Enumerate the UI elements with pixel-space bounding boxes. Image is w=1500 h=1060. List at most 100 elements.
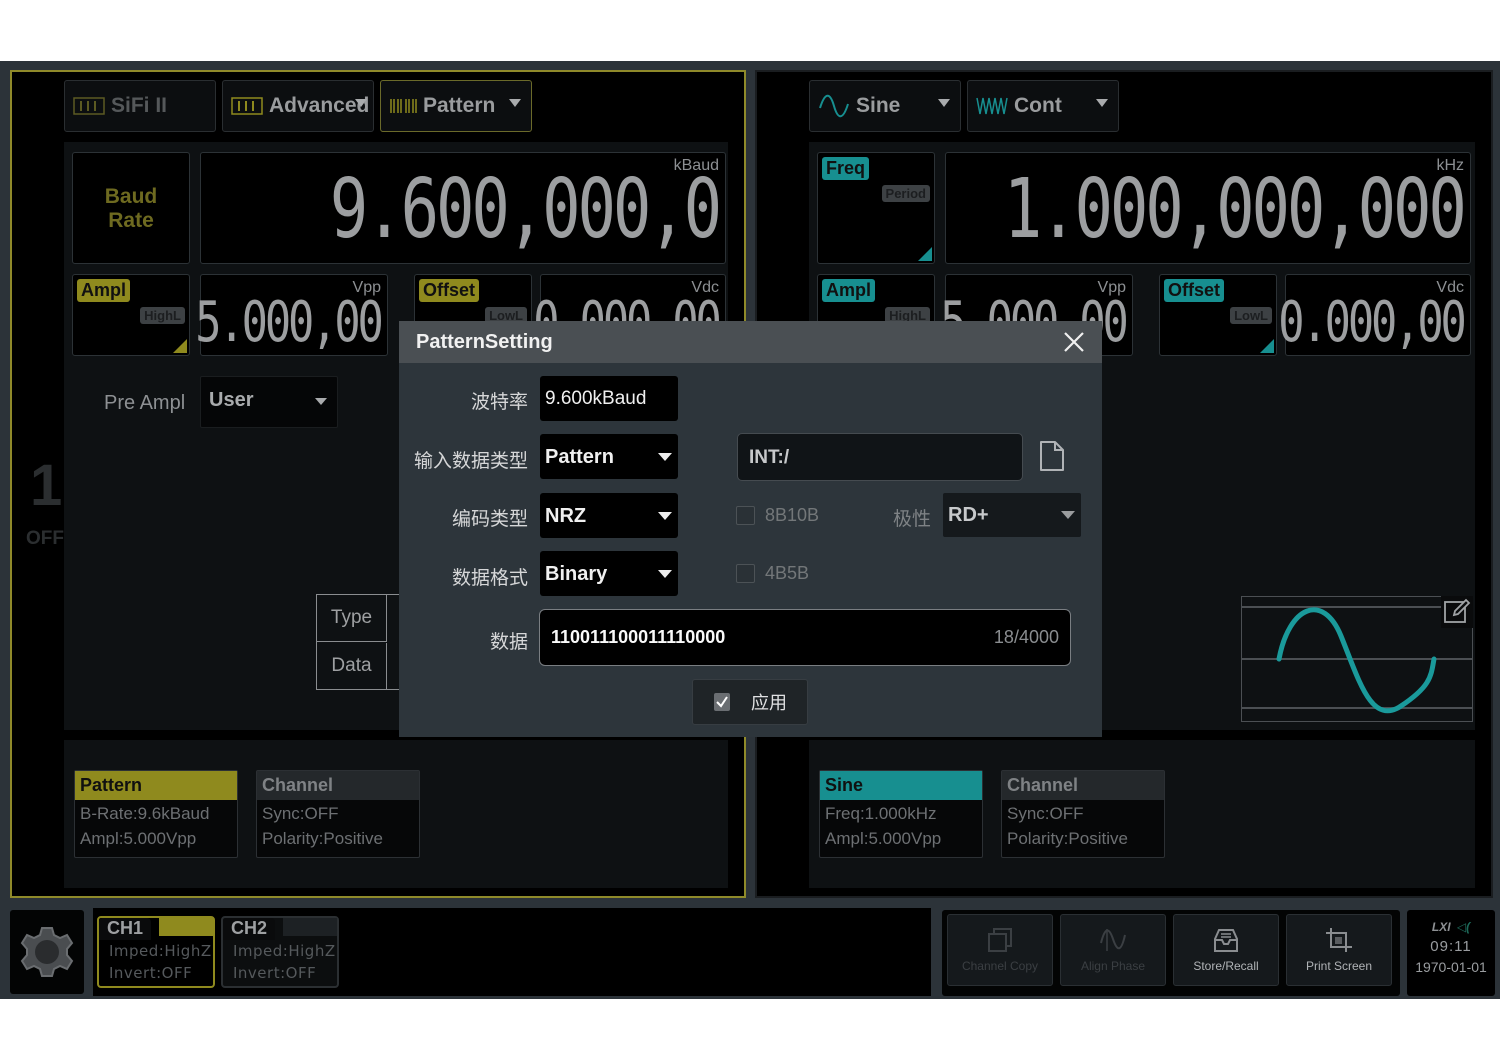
sine-icon bbox=[818, 94, 850, 118]
sine-label: Sine bbox=[856, 94, 901, 117]
ch1-side-number: 1 bbox=[30, 453, 63, 518]
print-screen-label: Print Screen bbox=[1305, 959, 1373, 973]
card-line: Polarity:Positive bbox=[1007, 829, 1128, 848]
polarity-value: RD+ bbox=[948, 504, 989, 526]
card-line: Freq:1.000kHz bbox=[825, 804, 937, 823]
ch2-offset-tag: Offset bbox=[1164, 279, 1225, 302]
align-phase-label: Align Phase bbox=[1080, 959, 1146, 973]
close-icon bbox=[1064, 332, 1084, 352]
apply-label: 应用 bbox=[751, 693, 787, 713]
card-line: B-Rate:9.6kBaud bbox=[80, 804, 210, 823]
polarity-dropdown[interactable]: RD+ bbox=[943, 493, 1081, 537]
ch1-output-state[interactable]: OFF bbox=[26, 528, 64, 550]
pre-ampl-dropdown[interactable]: User bbox=[200, 376, 338, 428]
channel-tabs-area: CH1 Imped:HighZ Invert:OFF CH2 Imped:Hig… bbox=[93, 908, 931, 996]
chevron-down-icon bbox=[509, 99, 521, 107]
table-row-type: Type bbox=[317, 595, 387, 642]
polarity-label: 极性 bbox=[893, 509, 932, 530]
freq-display[interactable]: kHz 1.000,000,000 bbox=[945, 152, 1471, 264]
checkbox-checked-icon bbox=[714, 693, 730, 711]
data-format-label: 数据格式 bbox=[451, 568, 528, 589]
input-type-dropdown[interactable]: Pattern bbox=[540, 434, 678, 479]
bottom-bar: CH1 Imped:HighZ Invert:OFF CH2 Imped:Hig… bbox=[0, 906, 1500, 999]
screenshot-icon bbox=[1326, 928, 1352, 952]
table-row-data: Data bbox=[317, 643, 387, 690]
ch1-pattern-card[interactable]: Pattern B-Rate:9.6kBaud Ampl:5.000Vpp bbox=[74, 770, 238, 858]
edit-waveform-button[interactable] bbox=[1441, 596, 1473, 628]
file-icon bbox=[1040, 441, 1064, 471]
ch1-ampl-label-box[interactable]: Ampl HighL bbox=[72, 274, 190, 356]
file-path-input[interactable]: INT:/ bbox=[737, 433, 1023, 481]
ch1-channel-card[interactable]: Channel Sync:OFF Polarity:Positive bbox=[256, 770, 420, 858]
sine-dropdown[interactable]: Sine bbox=[809, 80, 961, 132]
corner-indicator-icon bbox=[173, 339, 187, 353]
sifi-label: SiFi II bbox=[111, 94, 168, 117]
data-label: 数据 bbox=[489, 632, 528, 653]
ch1-offset-tag: Offset bbox=[419, 279, 480, 302]
baud-rate-field-label: 波特率 bbox=[470, 392, 528, 413]
ch2-offset-label-box[interactable]: Offset LowL bbox=[1159, 274, 1277, 356]
chevron-down-icon bbox=[1061, 511, 1075, 519]
baud-rate-label-box[interactable]: Baud Rate bbox=[72, 152, 190, 264]
edit-icon bbox=[1444, 598, 1471, 623]
ch2-info-area: Sine Freq:1.000kHz Ampl:5.000Vpp Channel… bbox=[809, 740, 1475, 888]
instrument-screen: 1 OFF SiFi II Advanced Pattern Baud Rate… bbox=[0, 61, 1500, 999]
utility-button[interactable] bbox=[10, 910, 84, 994]
speaker-icon[interactable]: ◁( bbox=[1457, 920, 1470, 934]
4b5b-checkbox[interactable] bbox=[736, 564, 755, 583]
ch2-offset-value: 0.000,00 bbox=[1278, 290, 1468, 355]
baud-rate-display[interactable]: kBaud 9.600,000,0 bbox=[200, 152, 726, 264]
close-button[interactable] bbox=[1062, 330, 1086, 354]
encoding-label: 编码类型 bbox=[451, 509, 528, 530]
ch2-offset-display[interactable]: Vdc 0.000,00 bbox=[1279, 274, 1471, 356]
baud-rate-label-line1: Baud bbox=[104, 185, 158, 208]
file-browse-button[interactable] bbox=[1039, 440, 1065, 477]
waveform-preview[interactable] bbox=[1241, 596, 1473, 722]
advanced-dropdown[interactable]: Advanced bbox=[222, 80, 374, 132]
pattern-icon bbox=[389, 97, 417, 115]
advanced-icon bbox=[231, 97, 263, 115]
card-head: Pattern bbox=[75, 771, 237, 800]
sifi-button[interactable]: SiFi II bbox=[64, 80, 216, 132]
ch2-sine-card[interactable]: Sine Freq:1.000kHz Ampl:5.000Vpp bbox=[819, 770, 983, 858]
ch1-tab-accent bbox=[159, 918, 213, 936]
pattern-dropdown[interactable]: Pattern bbox=[380, 80, 532, 132]
data-format-dropdown[interactable]: Binary bbox=[540, 551, 678, 596]
pre-ampl-value: User bbox=[209, 389, 254, 411]
input-type-value: Pattern bbox=[545, 446, 614, 468]
freq-value: 1.000,000,000 bbox=[1003, 162, 1467, 257]
store-recall-button[interactable]: Store/Recall bbox=[1173, 914, 1279, 986]
channel-copy-label: Channel Copy bbox=[961, 959, 1039, 973]
card-head: Channel bbox=[257, 771, 419, 800]
ch2-imped: Imped:HighZ bbox=[233, 942, 336, 960]
print-screen-button[interactable]: Print Screen bbox=[1286, 914, 1392, 986]
ch1-highl-tag[interactable]: HighL bbox=[140, 307, 185, 324]
cont-icon bbox=[976, 96, 1008, 116]
encoding-dropdown[interactable]: NRZ bbox=[540, 493, 678, 538]
baud-rate-input-value: 9.600kBaud bbox=[545, 388, 647, 409]
cont-dropdown[interactable]: Cont bbox=[967, 80, 1119, 132]
pattern-label: Pattern bbox=[423, 94, 496, 117]
pattern-table: Type Data bbox=[316, 594, 406, 690]
ch1-ampl-tag: Ampl bbox=[77, 279, 130, 302]
8b10b-checkbox[interactable] bbox=[736, 506, 755, 525]
data-input-value: 110011100011110000 bbox=[551, 627, 726, 647]
ch2-lowl-tag[interactable]: LowL bbox=[1230, 307, 1272, 324]
ch1-tab[interactable]: CH1 Imped:HighZ Invert:OFF bbox=[97, 916, 215, 988]
channel-copy-button[interactable]: Channel Copy bbox=[947, 914, 1053, 986]
align-phase-button[interactable]: Align Phase bbox=[1060, 914, 1166, 986]
apply-button[interactable]: 应用 bbox=[692, 679, 808, 725]
chevron-down-icon bbox=[355, 99, 367, 107]
baud-rate-input[interactable]: 9.600kBaud bbox=[540, 376, 678, 421]
chevron-down-icon bbox=[658, 570, 672, 578]
ch1-ampl-display[interactable]: Vpp 5.000,00 bbox=[196, 274, 388, 356]
ch2-channel-card[interactable]: Channel Sync:OFF Polarity:Positive bbox=[1001, 770, 1165, 858]
chevron-down-icon bbox=[1096, 99, 1108, 107]
ch2-tab[interactable]: CH2 Imped:HighZ Invert:OFF bbox=[221, 916, 339, 988]
freq-label-box[interactable]: Freq Period bbox=[817, 152, 935, 264]
ch2-tab-name: CH2 bbox=[223, 918, 276, 940]
period-tag[interactable]: Period bbox=[881, 185, 930, 202]
ch1-invert: Invert:OFF bbox=[109, 964, 193, 982]
data-input[interactable]: 110011100011110000 18/4000 bbox=[539, 609, 1071, 666]
chevron-down-icon bbox=[315, 398, 327, 405]
